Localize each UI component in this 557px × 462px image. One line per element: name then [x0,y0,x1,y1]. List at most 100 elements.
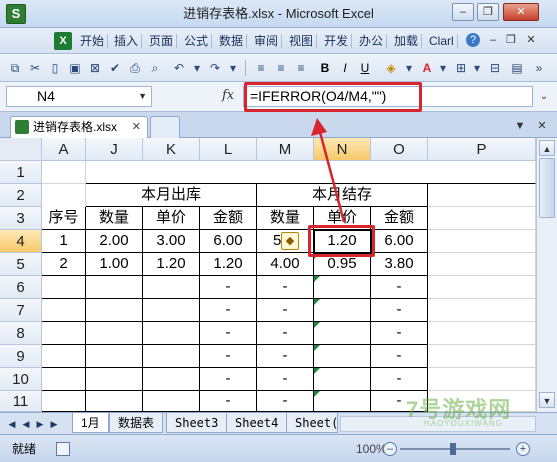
cell-m10[interactable]: - [257,368,314,391]
cell-a4[interactable]: 1 [42,230,86,253]
scrollbar-thumb[interactable] [539,158,555,218]
align-left-icon[interactable]: ≡ [252,59,270,77]
cell-k11[interactable] [143,391,200,412]
tab-menu-icon[interactable]: ▼ [512,118,528,134]
label-out-price[interactable]: 单价 [143,207,200,230]
cell-k8[interactable] [143,322,200,345]
menu-item-insert[interactable]: 插入 [114,28,143,54]
workbook-tab[interactable]: 进销存表格.xlsx ✕ [10,116,148,138]
redo-icon[interactable]: ↷ [206,59,224,77]
excel-logo-icon[interactable]: X [54,32,72,50]
cut-icon[interactable]: ✂ [26,59,44,77]
row-header[interactable]: 3 [0,207,42,230]
row-header[interactable]: 9 [0,345,42,368]
menu-item-addins[interactable]: 加载 [394,28,423,54]
first-sheet-icon[interactable]: ◀ [6,416,18,432]
cell-l5[interactable]: 1.20 [200,253,257,276]
cell-k7[interactable] [143,299,200,322]
menu-item-clarl[interactable]: Clarl [429,28,458,54]
cell-n8[interactable] [314,322,371,345]
cell-l7[interactable]: - [200,299,257,322]
cell-n9[interactable] [314,345,371,368]
print-preview-icon[interactable]: ⌕ [146,59,164,77]
cell-o10[interactable]: - [371,368,428,391]
next-sheet-icon[interactable]: ▶ [34,416,46,432]
column-header-l[interactable]: L [200,138,257,161]
cell-l8[interactable]: - [200,322,257,345]
menu-item-office[interactable]: 办公 [359,28,388,54]
label-out-amount[interactable]: 金额 [200,207,257,230]
expand-formula-icon[interactable]: ⌄ [537,87,551,106]
column-header-p[interactable]: P [428,138,536,161]
format-icon[interactable]: ▤ [508,59,526,77]
cell-p4[interactable] [428,230,536,253]
underline-icon[interactable]: U [356,59,374,77]
row-header[interactable]: 5 [0,253,42,276]
cell-n6[interactable] [314,276,371,299]
cell-p10[interactable] [428,368,536,391]
cell-o4[interactable]: 6.00 [371,230,428,253]
cell-m11[interactable]: - [257,391,314,412]
undo-icon[interactable]: ↶ [170,59,188,77]
fx-icon[interactable]: fx [222,88,234,103]
sheet-tab-1[interactable]: 1月 [72,413,109,433]
cell-o8[interactable]: - [371,322,428,345]
menu-item-developer[interactable]: 开发 [324,28,353,54]
cell-a1[interactable] [42,161,86,184]
cell-o7[interactable]: - [371,299,428,322]
bold-icon[interactable]: B [316,59,334,77]
close-button[interactable]: ✕ [503,3,539,21]
last-sheet-icon[interactable]: ▶ [48,416,60,432]
cell-a9[interactable] [42,345,86,368]
save-icon[interactable]: ▣ [66,59,84,77]
window-close-icon[interactable]: ✕ [524,33,538,47]
new-file-icon[interactable]: ▯ [46,59,64,77]
cell-m7[interactable]: - [257,299,314,322]
cell-a8[interactable] [42,322,86,345]
row-header-active[interactable]: 4 [0,230,42,253]
cell-o5[interactable]: 3.80 [371,253,428,276]
permission-icon[interactable]: ⊠ [86,59,104,77]
font-color-dropdown-icon[interactable]: ▾ [434,59,452,77]
cell-n7[interactable] [314,299,371,322]
cell-k10[interactable] [143,368,200,391]
undo-dropdown-icon[interactable]: ▾ [188,59,206,77]
sheet-tab-sheet4[interactable]: Sheet4 [226,413,288,433]
macro-record-icon[interactable] [56,442,70,456]
scroll-up-icon[interactable]: ▲ [539,140,555,156]
cell-j10[interactable] [86,368,143,391]
cell-l9[interactable]: - [200,345,257,368]
cell-j8[interactable] [86,322,143,345]
new-workbook-tab[interactable] [150,116,180,138]
cell-j11[interactable] [86,391,143,412]
cell-o9[interactable]: - [371,345,428,368]
cell-j4[interactable]: 2.00 [86,230,143,253]
close-workbook-icon[interactable]: ✕ [534,118,550,134]
cell-m8[interactable]: - [257,322,314,345]
cell-m6[interactable]: - [257,276,314,299]
sheet-tab-data[interactable]: 数据表 [109,413,164,433]
redo-dropdown-icon[interactable]: ▾ [224,59,242,77]
cell-m9[interactable]: - [257,345,314,368]
row-header[interactable]: 10 [0,368,42,391]
zoom-out-icon[interactable]: – [383,442,397,456]
cell-a10[interactable] [42,368,86,391]
check-icon[interactable]: ✔ [106,59,124,77]
menu-item-view[interactable]: 视图 [289,28,318,54]
cell-p9[interactable] [428,345,536,368]
cell-a5[interactable]: 2 [42,253,86,276]
cell-a2[interactable] [42,184,86,207]
cell-k4[interactable]: 3.00 [143,230,200,253]
label-out-qty[interactable]: 数量 [86,207,143,230]
row-header[interactable]: 6 [0,276,42,299]
minimize-button[interactable]: – [452,3,474,21]
cell-p3[interactable] [428,207,536,230]
prev-sheet-icon[interactable]: ◀ [20,416,32,432]
cell-o6[interactable]: - [371,276,428,299]
sheet-tab-sheet5[interactable]: Sheet( [286,413,338,433]
cell-p2[interactable] [428,184,536,207]
menu-item-data[interactable]: 数据 [219,28,248,54]
copy-icon[interactable]: ⧉ [6,59,24,77]
cell-j5[interactable]: 1.00 [86,253,143,276]
cell-p8[interactable] [428,322,536,345]
